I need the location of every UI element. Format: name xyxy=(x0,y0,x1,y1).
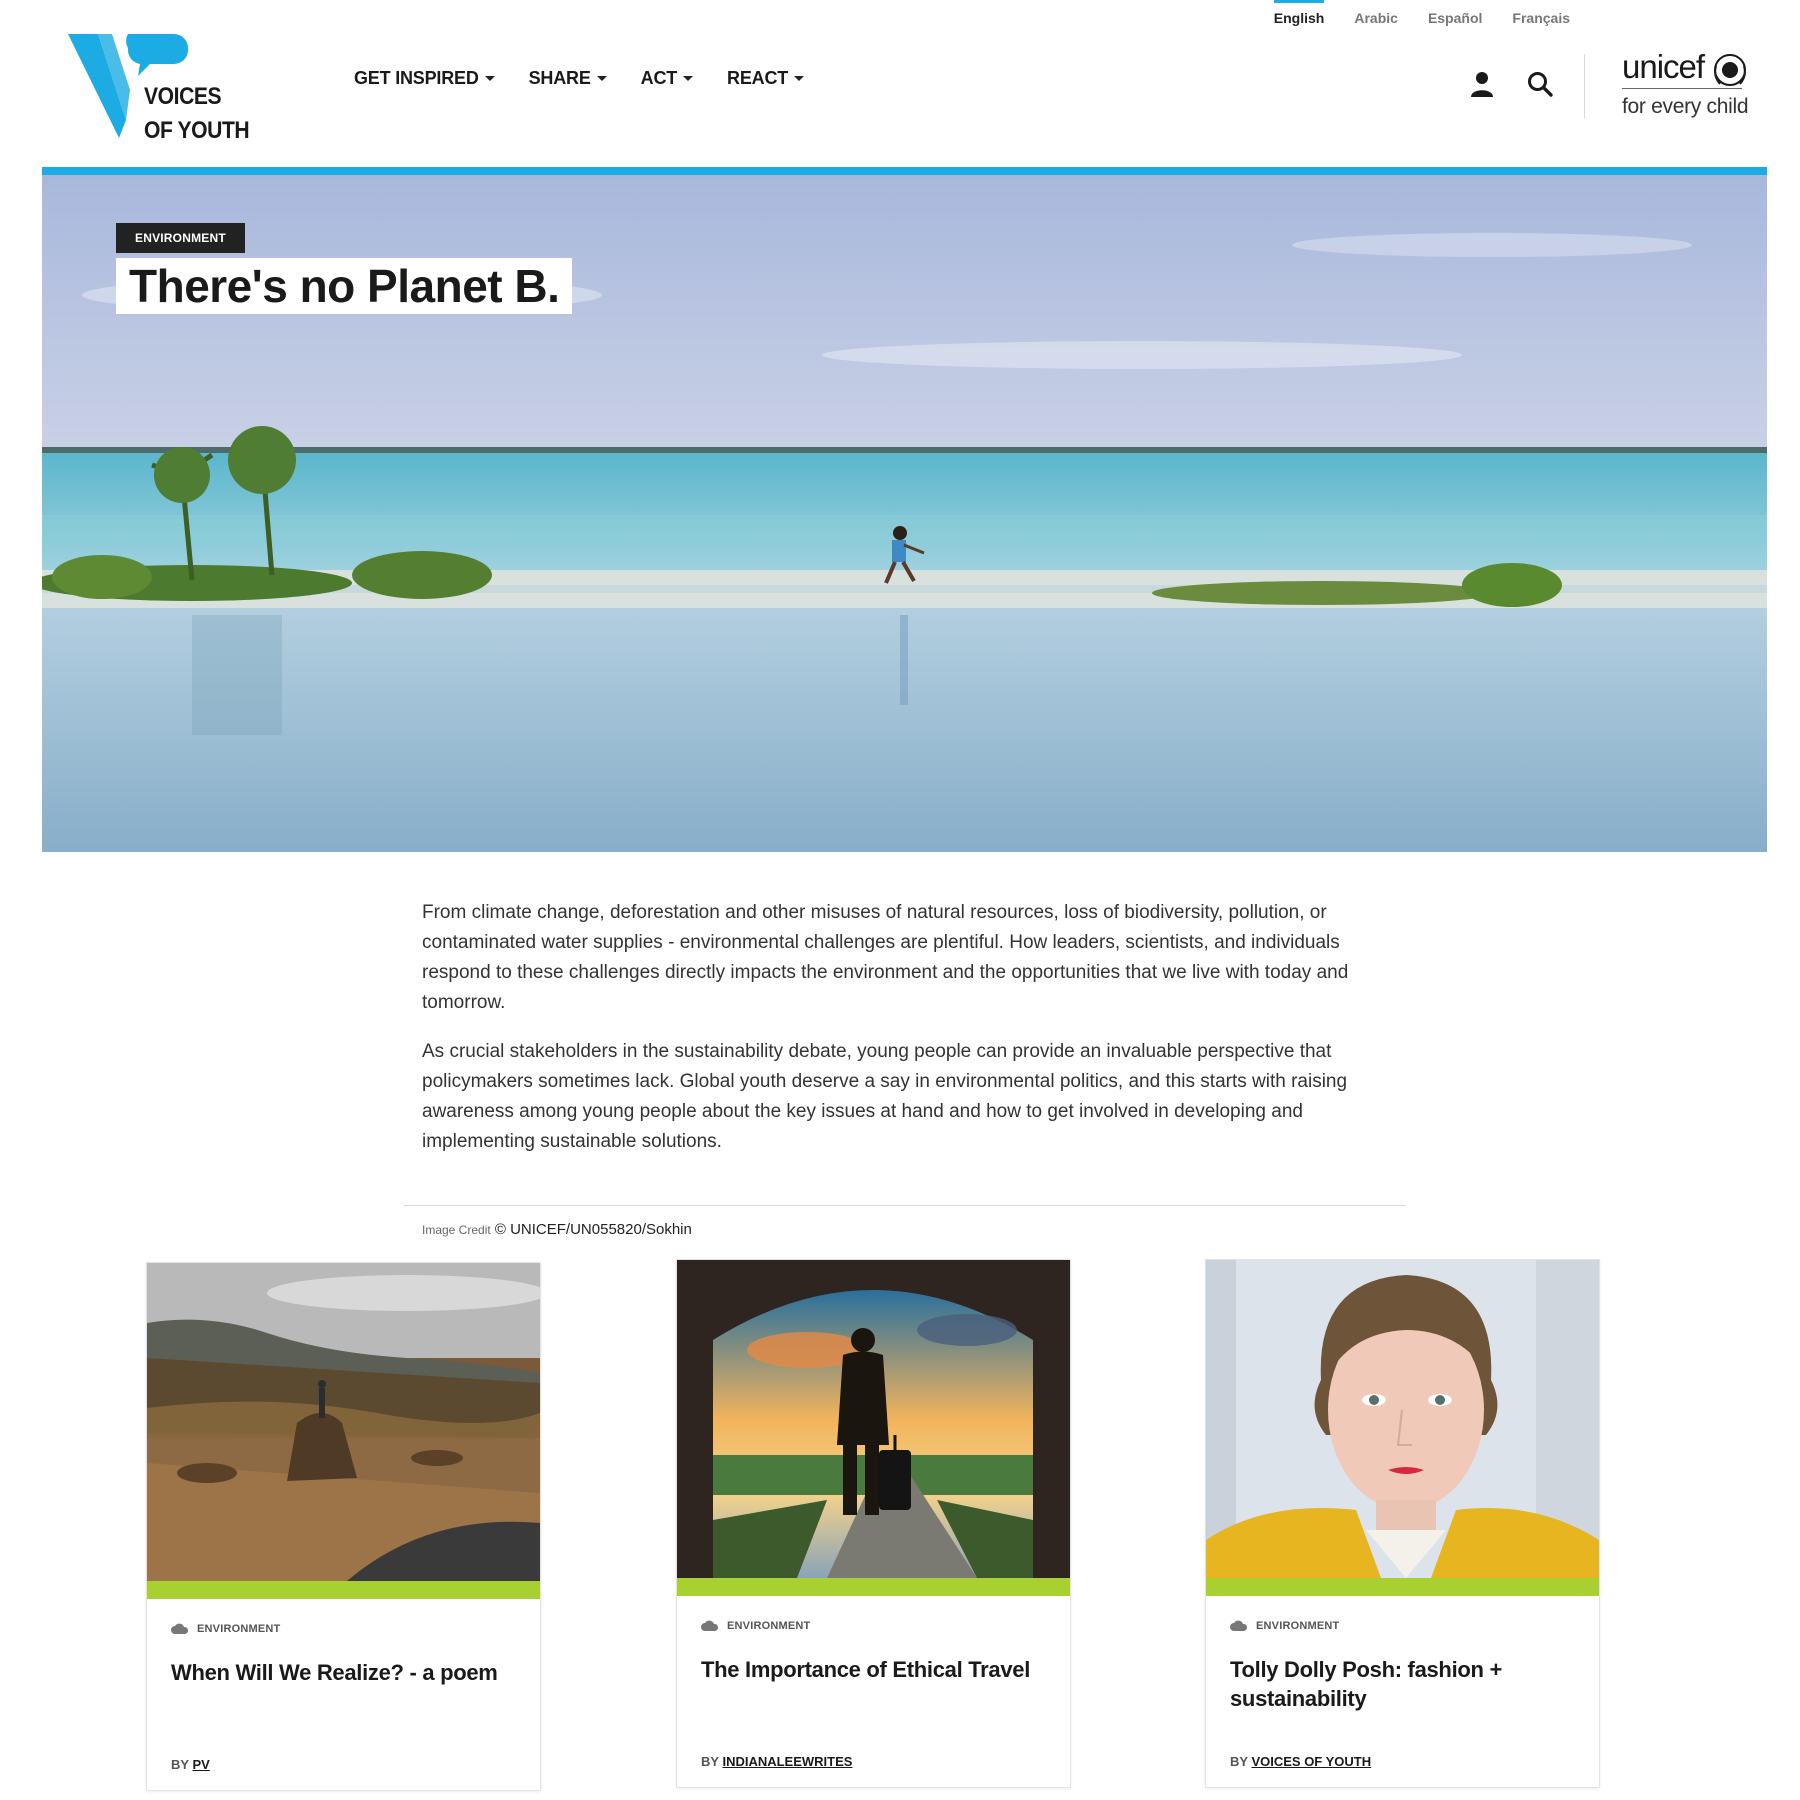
nav-act[interactable]: ACT xyxy=(640,68,694,89)
intro-paragraph-2: As crucial stakeholders in the sustainab… xyxy=(422,1041,1348,1152)
caret-down-icon xyxy=(794,76,805,81)
header-actions xyxy=(1468,70,1554,98)
unicef-logo[interactable]: unicef for every child xyxy=(1622,48,1752,119)
caret-down-icon xyxy=(683,76,694,81)
caret-down-icon xyxy=(596,76,607,81)
language-francais[interactable]: Français xyxy=(1512,0,1570,26)
card-3-by-label: BY xyxy=(1230,1754,1248,1769)
nav-get-inspired-label: GET INSPIRED xyxy=(354,68,479,88)
nav-act-label: ACT xyxy=(640,68,678,88)
card-2-category: ENVIRONMENT xyxy=(701,1620,810,1632)
card-1-image[interactable] xyxy=(147,1263,540,1581)
hero-category-badge[interactable]: ENVIRONMENT xyxy=(116,223,245,253)
user-icon[interactable] xyxy=(1468,70,1496,98)
story-card-2[interactable]: ENVIRONMENT The Importance of Ethical Tr… xyxy=(676,1259,1071,1788)
page-title: There's no Planet B. xyxy=(116,258,573,314)
card-2-byline: BY INDIANALEEWRITES xyxy=(701,1754,852,1769)
card-1-by-label: BY xyxy=(171,1757,189,1772)
card-3-byline: BY VOICES OF YOUTH xyxy=(1230,1754,1371,1769)
language-espanol[interactable]: Español xyxy=(1428,0,1482,26)
header-divider xyxy=(1584,54,1585,118)
card-2-accent-bar xyxy=(677,1578,1070,1596)
cloud-icon xyxy=(1230,1620,1248,1631)
card-3-image[interactable] xyxy=(1206,1260,1599,1578)
search-icon[interactable] xyxy=(1526,70,1554,98)
language-switcher: English Arabic Español Français xyxy=(1273,0,1570,26)
cloud-icon xyxy=(171,1623,189,1634)
credit-divider xyxy=(404,1205,1406,1206)
card-2-author-link[interactable]: INDIANALEEWRITES xyxy=(722,1754,852,1769)
voices-of-youth-logo[interactable]: VOICES OF YOUTH xyxy=(68,30,258,144)
intro-paragraph-1: From climate change, deforestation and o… xyxy=(422,902,1349,1013)
card-1-byline: BY PV xyxy=(171,1757,210,1772)
card-3-category: ENVIRONMENT xyxy=(1230,1620,1339,1632)
card-3-title[interactable]: Tolly Dolly Posh: fashion + sustainabili… xyxy=(1230,1655,1570,1713)
card-2-title[interactable]: The Importance of Ethical Travel xyxy=(701,1655,1041,1684)
card-1-accent-bar xyxy=(147,1581,540,1599)
card-2-by-label: BY xyxy=(701,1754,719,1769)
nav-get-inspired[interactable]: GET INSPIRED xyxy=(354,68,495,89)
intro-text: From climate change, deforestation and o… xyxy=(422,898,1367,1176)
cloud-icon xyxy=(701,1620,719,1631)
language-arabic[interactable]: Arabic xyxy=(1354,0,1398,26)
card-2-image[interactable] xyxy=(677,1260,1070,1578)
nav-react[interactable]: REACT xyxy=(727,68,805,89)
story-card-1[interactable]: ENVIRONMENT When Will We Realize? - a po… xyxy=(146,1262,541,1791)
card-2-category-label: ENVIRONMENT xyxy=(727,1620,811,1632)
story-card-3[interactable]: ENVIRONMENT Tolly Dolly Posh: fashion + … xyxy=(1205,1259,1600,1788)
card-1-category-label: ENVIRONMENT xyxy=(197,1623,281,1635)
card-1-category: ENVIRONMENT xyxy=(171,1623,280,1635)
card-3-accent-bar xyxy=(1206,1578,1599,1596)
nav-share[interactable]: SHARE xyxy=(529,68,607,89)
logo-wordmark: VOICES OF YOUTH xyxy=(144,83,250,144)
image-credit-label: Image Credit xyxy=(422,1223,491,1237)
unicef-rule xyxy=(1622,88,1742,89)
card-3-author-link[interactable]: VOICES OF YOUTH xyxy=(1251,1754,1371,1769)
caret-down-icon xyxy=(484,76,495,81)
unicef-tagline: for every child xyxy=(1622,95,1749,118)
unicef-emblem-icon xyxy=(1714,54,1746,86)
nav-react-label: REACT xyxy=(727,68,789,88)
image-credit: Image Credit © UNICEF/UN055820/Sokhin xyxy=(422,1221,692,1238)
card-1-author-link[interactable]: PV xyxy=(192,1757,209,1772)
language-english[interactable]: English xyxy=(1273,0,1324,26)
main-navigation: GET INSPIRED SHARE ACT REACT xyxy=(354,68,805,89)
card-3-category-label: ENVIRONMENT xyxy=(1256,1620,1340,1632)
card-1-title[interactable]: When Will We Realize? - a poem xyxy=(171,1658,511,1687)
image-credit-value: © UNICEF/UN055820/Sokhin xyxy=(494,1221,692,1238)
nav-share-label: SHARE xyxy=(528,68,591,88)
